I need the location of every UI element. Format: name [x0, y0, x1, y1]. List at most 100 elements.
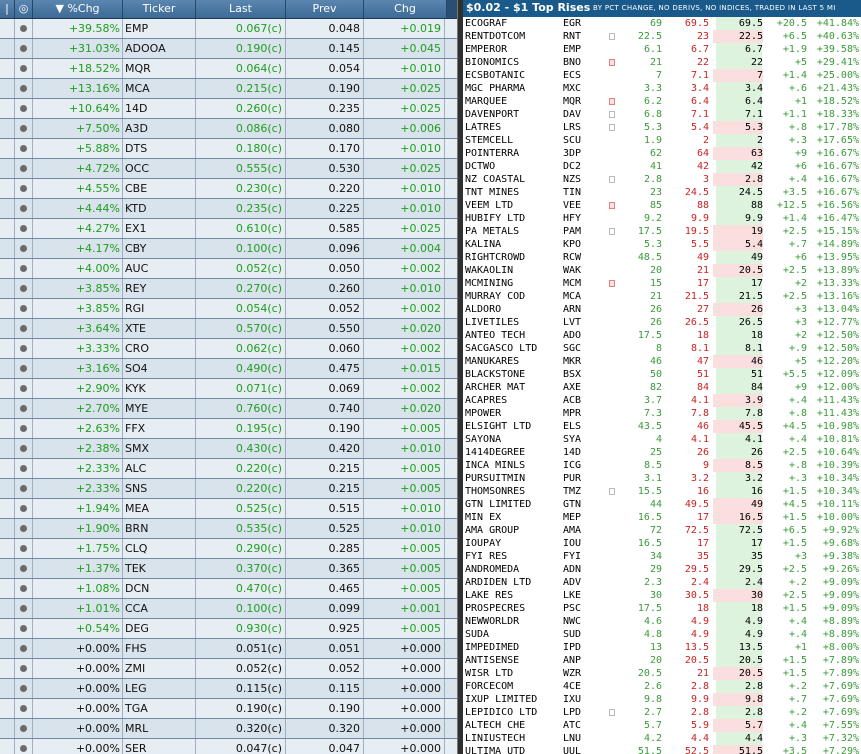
ticker-code[interactable]: 4CE	[560, 680, 603, 693]
ticker-code[interactable]: ADO	[560, 329, 603, 342]
list-item[interactable]: WAKAOLIN WAK 20 21 20.5 +2.5 +13.89%	[463, 264, 861, 277]
announcement-icon[interactable]	[609, 228, 615, 235]
list-item[interactable]: MPOWER MPR 7.3 7.8 7.8 +.8 +11.43%	[463, 407, 861, 420]
ticker-code[interactable]: SYA	[560, 433, 603, 446]
list-item[interactable]: THOMSONRES TMZ 15.5 16 16 +1.5 +10.34%	[463, 485, 861, 498]
ticker-code[interactable]: SCU	[560, 134, 603, 147]
ticker-cell[interactable]: OCC	[123, 159, 196, 178]
list-item[interactable]: IMPEDIMED IPD 13 13.5 13.5 +1 +8.00%	[463, 641, 861, 654]
row-selector[interactable]	[0, 599, 15, 618]
ticker-code[interactable]: LVT	[560, 316, 603, 329]
ticker-code[interactable]: LRS	[560, 121, 603, 134]
table-row[interactable]: +4.55% CBE 0.230(c) 0.220 +0.010	[0, 179, 457, 199]
table-row[interactable]: +0.54% DEG 0.930(c) 0.925 +0.005	[0, 619, 457, 639]
table-row[interactable]: +2.90% KYK 0.071(c) 0.069 +0.002	[0, 379, 457, 399]
table-row[interactable]: +0.00% MRL 0.320(c) 0.320 +0.000	[0, 719, 457, 739]
table-row[interactable]: +4.17% CBY 0.100(c) 0.096 +0.004	[0, 239, 457, 259]
row-selector[interactable]	[0, 399, 15, 418]
ticker-code[interactable]: VEE	[560, 199, 603, 212]
list-item[interactable]: ARCHER MAT AXE 82 84 84 +9 +12.00%	[463, 381, 861, 394]
list-item[interactable]: TNT MINES TIN 23 24.5 24.5 +3.5 +16.67%	[463, 186, 861, 199]
ticker-code[interactable]: TMZ	[560, 485, 603, 498]
list-item[interactable]: ECOGRAF EGR 69 69.5 69.5 +20.5 +41.84%	[463, 17, 861, 30]
list-item[interactable]: SACGASCO LTD SGC 8 8.1 8.1 +.9 +12.50%	[463, 342, 861, 355]
row-selector[interactable]	[0, 359, 15, 378]
list-item[interactable]: MANUKARES MKR 46 47 46 +5 +12.20%	[463, 355, 861, 368]
table-row[interactable]: +3.85% RGI 0.054(c) 0.052 +0.002	[0, 299, 457, 319]
ticker-code[interactable]: DC2	[560, 160, 603, 173]
list-item[interactable]: IOUPAY IOU 16.5 17 17 +1.5 +9.68%	[463, 537, 861, 550]
list-item[interactable]: LIVETILES LVT 26 26.5 26.5 +3 +12.77%	[463, 316, 861, 329]
ticker-code[interactable]: PSC	[560, 602, 603, 615]
ticker-cell[interactable]: SNS	[123, 479, 196, 498]
row-selector[interactable]	[0, 159, 15, 178]
ticker-cell[interactable]: ZMI	[123, 659, 196, 678]
ticker-cell[interactable]: ALC	[123, 459, 196, 478]
price-sensitive-announcement-icon[interactable]	[609, 202, 615, 209]
list-item[interactable]: MCMINING MCM 15 17 17 +2 +13.33%	[463, 277, 861, 290]
ticker-code[interactable]: MQR	[560, 95, 603, 108]
list-item[interactable]: PURSUITMIN PUR 3.1 3.2 3.2 +.3 +10.34%	[463, 472, 861, 485]
ticker-cell[interactable]: MYE	[123, 399, 196, 418]
list-item[interactable]: AMA GROUP AMA 72 72.5 72.5 +6.5 +9.92%	[463, 524, 861, 537]
row-selector[interactable]	[0, 639, 15, 658]
table-row[interactable]: +39.58% EMP 0.067(c) 0.048 +0.019	[0, 19, 457, 39]
ticker-code[interactable]: ANP	[560, 654, 603, 667]
list-item[interactable]: FYI RES FYI 34 35 35 +3 +9.38%	[463, 550, 861, 563]
ticker-code[interactable]: SUD	[560, 628, 603, 641]
ticker-code[interactable]: EMP	[560, 43, 603, 56]
row-selector[interactable]	[0, 659, 15, 678]
list-item[interactable]: ECSBOTANIC ECS 7 7.1 7 +1.4 +25.00%	[463, 69, 861, 82]
row-selector[interactable]	[0, 59, 15, 78]
list-item[interactable]: DCTWO DC2 41 42 42 +6 +16.67%	[463, 160, 861, 173]
list-item[interactable]: ALDORO ARN 26 27 26 +3 +13.04%	[463, 303, 861, 316]
table-row[interactable]: +1.08% DCN 0.470(c) 0.465 +0.005	[0, 579, 457, 599]
table-row[interactable]: +31.03% ADOOA 0.190(c) 0.145 +0.045	[0, 39, 457, 59]
ticker-cell[interactable]: LEG	[123, 679, 196, 698]
ticker-cell[interactable]: FFX	[123, 419, 196, 438]
row-selector[interactable]	[0, 619, 15, 638]
ticker-cell[interactable]: DTS	[123, 139, 196, 158]
row-selector[interactable]	[0, 559, 15, 578]
ticker-code[interactable]: ARN	[560, 303, 603, 316]
table-row[interactable]: +18.52% MQR 0.064(c) 0.054 +0.010	[0, 59, 457, 79]
table-row[interactable]: +1.75% CLQ 0.290(c) 0.285 +0.005	[0, 539, 457, 559]
chg-column-header[interactable]: Chg	[364, 0, 447, 18]
list-item[interactable]: BIONOMICS BNO 21 22 22 +5 +29.41%	[463, 56, 861, 69]
list-item[interactable]: IXUP LIMITED IXU 9.8 9.9 9.8 +.7 +7.69%	[463, 693, 861, 706]
ticker-code[interactable]: PUR	[560, 472, 603, 485]
row-selector[interactable]	[0, 579, 15, 598]
list-item[interactable]: RIGHTCROWD RCW 48.5 49 49 +6 +13.95%	[463, 251, 861, 264]
row-selector[interactable]	[0, 239, 15, 258]
ticker-cell[interactable]: FHS	[123, 639, 196, 658]
row-selector[interactable]	[0, 739, 15, 754]
ticker-code[interactable]: ICG	[560, 459, 603, 472]
ticker-cell[interactable]: MCA	[123, 79, 196, 98]
row-selector[interactable]	[0, 259, 15, 278]
ticker-code[interactable]: BSX	[560, 368, 603, 381]
row-selector[interactable]	[0, 199, 15, 218]
ticker-code[interactable]: NZS	[560, 173, 603, 186]
ticker-cell[interactable]: RGI	[123, 299, 196, 318]
ticker-code[interactable]: KPO	[560, 238, 603, 251]
list-item[interactable]: PROSPECRES PSC 17.5 18 18 +1.5 +9.09%	[463, 602, 861, 615]
row-selector[interactable]	[0, 139, 15, 158]
row-selector[interactable]	[0, 219, 15, 238]
ticker-code[interactable]: LNU	[560, 732, 603, 745]
ticker-code[interactable]: ECS	[560, 69, 603, 82]
ticker-code[interactable]: PAM	[560, 225, 603, 238]
table-row[interactable]: +3.16% SO4 0.490(c) 0.475 +0.015	[0, 359, 457, 379]
ticker-code[interactable]: BNO	[560, 56, 603, 69]
ticker-code[interactable]: MKR	[560, 355, 603, 368]
announcement-icon[interactable]	[609, 709, 615, 716]
list-item[interactable]: PA METALS PAM 17.5 19.5 19 +2.5 +15.15%	[463, 225, 861, 238]
table-row[interactable]: +1.90% BRN 0.535(c) 0.525 +0.010	[0, 519, 457, 539]
ticker-cell[interactable]: SER	[123, 739, 196, 754]
row-selector[interactable]	[0, 719, 15, 738]
ticker-code[interactable]: EGR	[560, 17, 603, 30]
prev-column-header[interactable]: Prev	[286, 0, 364, 18]
row-selector[interactable]	[0, 499, 15, 518]
ticker-cell[interactable]: 14D	[123, 99, 196, 118]
ticker-cell[interactable]: MQR	[123, 59, 196, 78]
status-column-header[interactable]: ◎	[15, 0, 33, 18]
